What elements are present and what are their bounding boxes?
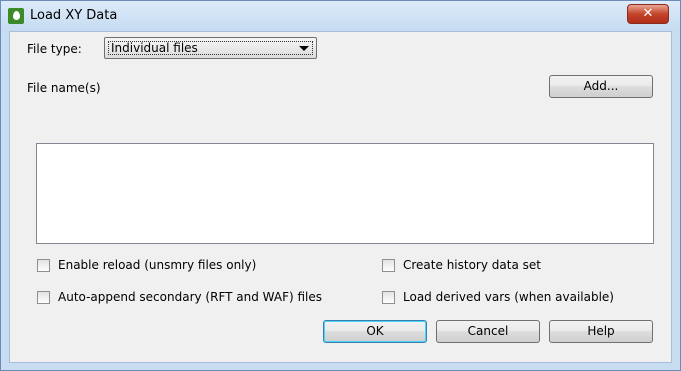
window-title: Load XY Data bbox=[30, 8, 118, 23]
ok-button[interactable]: OK bbox=[323, 320, 427, 343]
enable-reload-checkbox[interactable] bbox=[37, 259, 50, 272]
close-button[interactable]: ✕ bbox=[627, 4, 669, 24]
auto-append-checkbox[interactable] bbox=[37, 291, 50, 304]
close-icon: ✕ bbox=[642, 6, 654, 21]
title-bar[interactable]: Load XY Data ✕ bbox=[1, 1, 680, 31]
enable-reload-label[interactable]: Enable reload (unsmry files only) bbox=[58, 258, 256, 272]
file-type-label: File type: bbox=[27, 42, 82, 56]
help-button[interactable]: Help bbox=[549, 320, 653, 343]
chevron-down-icon bbox=[299, 46, 309, 51]
auto-append-label[interactable]: Auto-append secondary (RFT and WAF) file… bbox=[58, 290, 322, 304]
create-history-checkbox[interactable] bbox=[382, 259, 395, 272]
file-type-value: Individual files bbox=[111, 41, 198, 55]
cancel-button[interactable]: Cancel bbox=[436, 320, 540, 343]
load-derived-label[interactable]: Load derived vars (when available) bbox=[403, 290, 614, 304]
water-drop-icon bbox=[8, 8, 24, 24]
load-derived-checkbox[interactable] bbox=[382, 291, 395, 304]
load-xy-data-dialog: Load XY Data ✕ File type: Individual fil… bbox=[0, 0, 681, 371]
create-history-label[interactable]: Create history data set bbox=[403, 258, 541, 272]
file-list[interactable] bbox=[36, 143, 654, 244]
add-button[interactable]: Add... bbox=[549, 75, 653, 98]
file-type-dropdown[interactable]: Individual files bbox=[104, 37, 317, 59]
file-names-label: File name(s) bbox=[27, 81, 101, 95]
